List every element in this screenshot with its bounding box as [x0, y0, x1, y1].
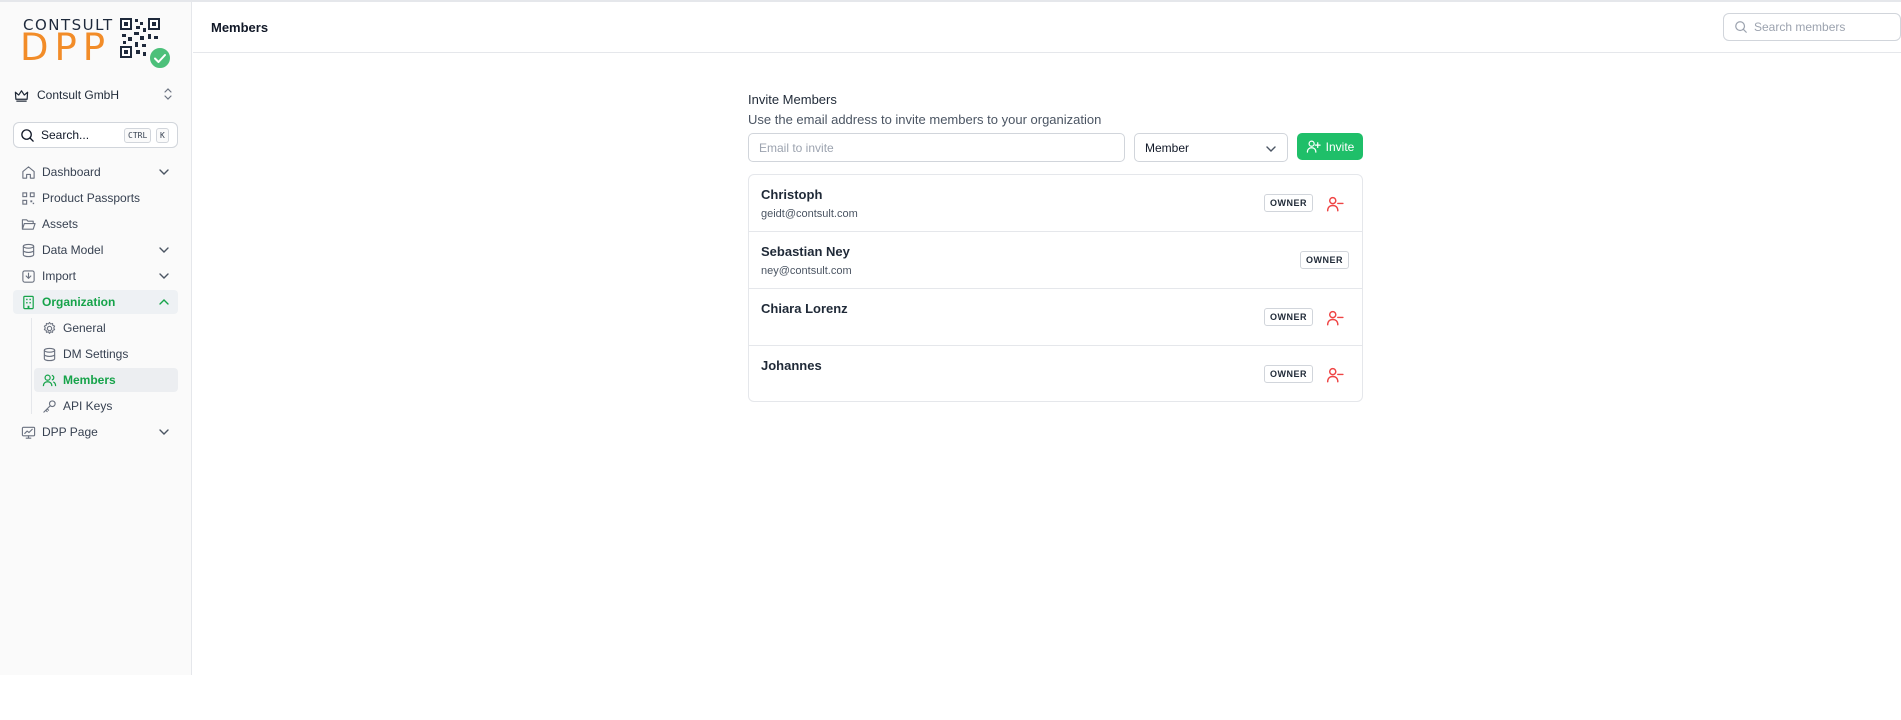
member-name: Christoph	[761, 187, 823, 202]
member-name: Chiara Lorenz	[761, 301, 848, 316]
sidebar-item-label: Members	[63, 373, 116, 387]
sidebar-item-label: Dashboard	[42, 165, 101, 179]
invite-email-input[interactable]	[748, 133, 1125, 162]
sidebar-item-label: DM Settings	[63, 347, 129, 361]
sidebar-item-dpp-page[interactable]: DPP Page	[13, 420, 178, 444]
chevron-up-down-icon	[164, 88, 172, 100]
role-select[interactable]: Member	[1134, 133, 1288, 162]
folder-open-icon	[21, 218, 36, 230]
chevron-down-icon	[159, 247, 169, 253]
invite-heading: Invite Members	[748, 92, 837, 107]
sidebar: CONTSULT DPP Contsult GmbH Search... CTR…	[0, 2, 192, 675]
verified-check-icon	[148, 46, 172, 70]
list-item: Johannes OWNER	[749, 346, 1362, 401]
sidebar-item-import[interactable]: Import	[13, 264, 178, 288]
home-icon	[22, 165, 35, 179]
invite-description: Use the email address to invite members …	[748, 112, 1102, 127]
kbd-ctrl: CTRL	[124, 128, 152, 143]
invite-section: Invite Members Use the email address to …	[748, 92, 1363, 127]
sidebar-item-label: Import	[42, 269, 77, 283]
list-item: Chiara Lorenz OWNER	[749, 289, 1362, 346]
sidebar-item-general[interactable]: General	[34, 316, 178, 340]
member-name: Sebastian Ney	[761, 244, 850, 259]
database-icon	[43, 347, 56, 361]
sidebar-item-members[interactable]: Members	[34, 368, 178, 392]
sidebar-search-label: Search...	[41, 128, 90, 142]
key-icon	[43, 399, 56, 413]
qr-scan-icon	[22, 191, 35, 205]
import-icon	[22, 269, 35, 283]
remove-member-icon[interactable]	[1326, 309, 1344, 327]
sidebar-item-dashboard[interactable]: Dashboard	[13, 160, 178, 184]
members-search-input[interactable]	[1754, 20, 1884, 34]
sidebar-item-label: API Keys	[63, 399, 113, 413]
gear-icon	[43, 321, 56, 334]
page-header: Members	[193, 2, 1901, 53]
search-icon	[1735, 21, 1747, 33]
sidebar-item-product-passports[interactable]: Product Passports	[13, 186, 178, 210]
sidebar-item-label: Data Model	[42, 243, 104, 257]
org-name: Contsult GmbH	[37, 88, 120, 102]
brand-logo[interactable]: CONTSULT DPP	[20, 16, 172, 70]
list-item: Christoph geidt@contsult.com OWNER	[749, 175, 1362, 232]
members-search[interactable]	[1723, 13, 1901, 41]
role-select-value: Member	[1145, 140, 1190, 155]
sidebar-item-label: Assets	[42, 217, 79, 231]
member-name: Johannes	[761, 358, 822, 373]
database-icon	[22, 243, 35, 257]
sidebar-item-label: Product Passports	[42, 191, 141, 205]
chevron-down-icon	[159, 429, 169, 435]
sidebar-item-dm-settings[interactable]: DM Settings	[34, 342, 178, 366]
member-email: ney@contsult.com	[761, 265, 852, 277]
role-badge: OWNER	[1264, 194, 1313, 212]
sidebar-item-organization[interactable]: Organization	[13, 290, 178, 314]
kbd-k: K	[156, 128, 169, 143]
sidebar-search[interactable]: Search... CTRL K	[13, 122, 178, 148]
invite-button[interactable]: Invite	[1297, 133, 1363, 160]
remove-member-icon[interactable]	[1326, 366, 1344, 384]
users-icon	[42, 374, 57, 386]
invite-button-label: Invite	[1325, 139, 1355, 154]
role-badge: OWNER	[1300, 251, 1349, 269]
member-email: geidt@contsult.com	[761, 208, 858, 220]
user-plus-icon	[1306, 140, 1321, 153]
members-list: Christoph geidt@contsult.com OWNER Sebas…	[748, 174, 1363, 402]
chevron-up-icon	[159, 299, 169, 305]
sidebar-item-label: General	[63, 321, 106, 335]
sidebar-item-label: Organization	[42, 295, 116, 309]
brand-line2: DPP	[20, 26, 112, 69]
list-item: Sebastian Ney ney@contsult.com OWNER	[749, 232, 1362, 289]
role-badge: OWNER	[1264, 365, 1313, 383]
search-icon	[21, 128, 34, 142]
chevron-down-icon	[159, 273, 169, 279]
building-icon	[23, 295, 34, 309]
remove-member-icon[interactable]	[1326, 195, 1344, 213]
submenu-guide-line	[31, 318, 32, 414]
org-switcher[interactable]: Contsult GmbH	[14, 82, 178, 108]
sidebar-item-label: DPP Page	[42, 425, 98, 439]
role-badge: OWNER	[1264, 308, 1313, 326]
sidebar-item-api-keys[interactable]: API Keys	[34, 394, 178, 418]
page-title: Members	[211, 20, 269, 35]
presentation-icon	[21, 426, 36, 439]
chevron-down-icon	[159, 169, 169, 175]
crown-icon	[14, 89, 29, 102]
sidebar-item-assets[interactable]: Assets	[13, 212, 178, 236]
chevron-down-icon	[1266, 146, 1276, 152]
sidebar-item-data-model[interactable]: Data Model	[13, 238, 178, 262]
